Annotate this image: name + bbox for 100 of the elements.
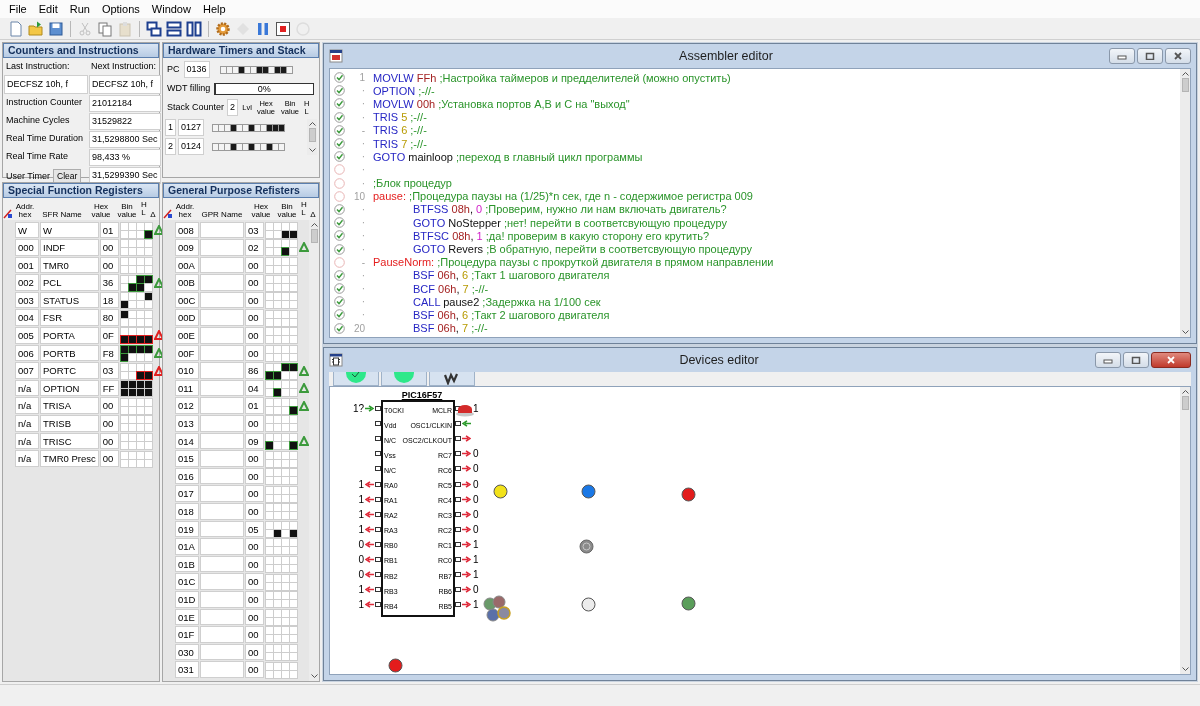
table-cell: PORTB — [40, 344, 99, 362]
table-cell: FF — [99, 379, 119, 397]
chevron-up-icon[interactable] — [308, 121, 316, 126]
copy-icon[interactable] — [97, 20, 113, 37]
line-number: 1 — [358, 72, 366, 84]
pin — [375, 572, 381, 578]
table-cell: n/a — [15, 432, 39, 450]
table-cell: 00 — [245, 467, 264, 485]
table-cell: FSR — [40, 309, 99, 327]
table-cell — [200, 379, 244, 397]
menu-item[interactable]: File — [3, 3, 33, 15]
pin — [455, 481, 461, 487]
vertical-scrollbar[interactable] — [1180, 69, 1190, 337]
horizontal-panes-icon[interactable] — [166, 20, 182, 37]
menu-item[interactable]: Run — [63, 3, 96, 15]
table-cell: 00 — [99, 397, 119, 415]
record-icon[interactable] — [275, 20, 291, 37]
scrollbar-thumb[interactable] — [1181, 396, 1189, 410]
table-cell: 86 — [245, 362, 264, 379]
code-line: BSF 06h, 6 ;Такт 1 шагового двигателя — [413, 269, 610, 282]
table-cell: 00 — [245, 608, 264, 626]
minimize-icon[interactable] — [1103, 356, 1113, 364]
code-line: GOTO mainloop ;переход в главный цикл программы — [373, 150, 643, 163]
table-cell: 012 — [175, 397, 199, 415]
pin — [375, 511, 381, 517]
menu-item[interactable]: Edit — [32, 3, 64, 15]
chevron-down-icon[interactable] — [1181, 330, 1189, 335]
menu-item[interactable]: Options — [95, 3, 146, 15]
panel-title: General Purpose Refisters — [163, 183, 319, 198]
chevron-up-icon[interactable] — [310, 222, 318, 227]
chevron-up-icon[interactable] — [1181, 389, 1189, 394]
vertical-panes-icon[interactable] — [186, 20, 202, 37]
vertical-scrollbar[interactable] — [307, 119, 317, 155]
pin — [455, 602, 461, 608]
slash-icon[interactable] — [163, 209, 173, 219]
pin-value: 1 — [472, 403, 480, 415]
table-cell: 00 — [245, 485, 264, 502]
pause-icon[interactable] — [255, 20, 271, 37]
line-number: · — [360, 203, 366, 215]
maximize-button[interactable] — [1137, 48, 1163, 64]
maximize-icon[interactable] — [1145, 52, 1155, 60]
column-header: SFR Name — [41, 211, 83, 219]
instruction-field: DECFSZ 10h, f — [4, 75, 88, 94]
pin-value: 0 — [472, 508, 480, 520]
close-button[interactable] — [1165, 48, 1191, 64]
column-header: Δ — [149, 211, 157, 219]
line-number: · — [360, 230, 366, 242]
field-label: Machine Cycles — [5, 114, 71, 127]
table-cell: 00D — [175, 309, 199, 327]
code-line: CALL pause2 ;Задержка на 1/100 сек — [413, 295, 601, 308]
column-header: Hex value — [250, 203, 272, 219]
chevron-down-icon[interactable] — [308, 148, 316, 153]
pin — [455, 541, 461, 547]
table-cell: 01 — [99, 221, 119, 239]
minimize-icon[interactable] — [1117, 52, 1127, 60]
scrollbar-thumb[interactable] — [1181, 78, 1189, 92]
table-cell — [200, 538, 244, 555]
maximize-button[interactable] — [1123, 352, 1149, 368]
table-cell: 00 — [245, 309, 264, 327]
code-line: OPTION ;-//- — [373, 84, 435, 97]
table-cell: 01 — [245, 397, 264, 415]
close-icon[interactable] — [1173, 52, 1183, 60]
field-label: PC — [166, 63, 180, 76]
line-number: · — [360, 177, 366, 189]
menu-item[interactable]: Help — [196, 3, 232, 15]
table-cell: STATUS — [40, 291, 99, 309]
table-cell: 00 — [245, 626, 264, 643]
chevron-down-icon[interactable] — [310, 674, 318, 679]
cascade-windows-icon[interactable] — [146, 20, 162, 37]
clear-button[interactable]: Clear — [53, 168, 82, 183]
line-number: · — [360, 309, 366, 321]
column-header: Δ — [309, 211, 317, 219]
table-cell — [200, 256, 244, 274]
chevron-down-icon[interactable] — [1181, 667, 1189, 672]
scrollbar-thumb[interactable] — [308, 128, 316, 142]
pin-value: 1 — [472, 569, 480, 581]
column-header: H L — [301, 200, 306, 217]
panel-title: Counters and Instructions — [3, 43, 159, 58]
close-button[interactable] — [1151, 352, 1191, 368]
chevron-up-icon[interactable] — [1181, 71, 1189, 76]
table-cell: 00 — [245, 590, 264, 608]
maximize-icon[interactable] — [1131, 356, 1141, 364]
table-cell — [200, 485, 244, 502]
table-cell — [200, 573, 244, 590]
table-cell — [200, 432, 244, 450]
pin-value: 1 — [472, 554, 480, 565]
table-cell — [200, 520, 244, 538]
vertical-scrollbar[interactable] — [1180, 387, 1190, 674]
scrollbar-thumb[interactable] — [310, 229, 318, 243]
table-cell: 010 — [175, 362, 199, 379]
gear-icon[interactable] — [215, 20, 231, 37]
table-cell: 016 — [175, 467, 199, 485]
table-cell: 009 — [175, 239, 199, 256]
slash-icon[interactable] — [3, 209, 13, 219]
menu-item[interactable]: Window — [145, 3, 197, 15]
code-line: GOTO Revers ;В обратную, перейти в соответсвующую процедуру — [413, 243, 752, 256]
line-number: · — [360, 85, 366, 97]
vertical-scrollbar[interactable] — [309, 220, 319, 681]
save-icon[interactable] — [48, 20, 64, 37]
folder-icon[interactable] — [28, 20, 44, 37]
